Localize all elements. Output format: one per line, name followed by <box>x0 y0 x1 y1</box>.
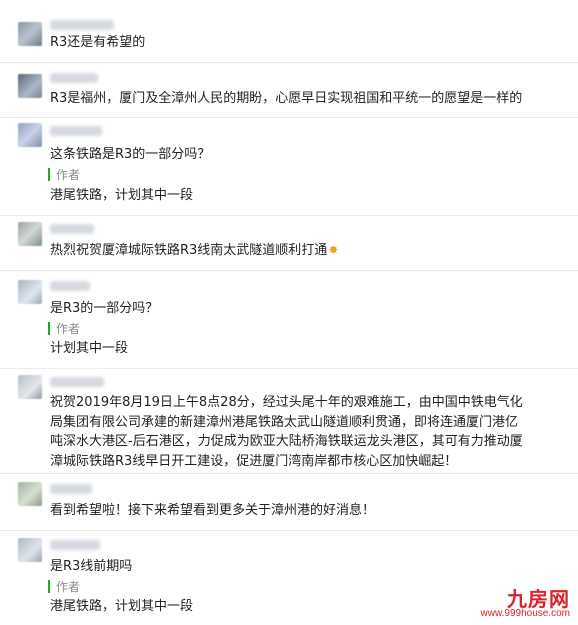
divider <box>0 62 578 63</box>
site-watermark: 九房网 www.999house.com <box>452 583 571 619</box>
commenter-name <box>50 73 98 83</box>
divider <box>0 473 578 474</box>
comment-text: 祝贺2019年8月19日上午8点28分，经过头尾十年的艰难施工，由中国中铁电气化… <box>50 395 523 469</box>
comment-text: 热烈祝贺厦漳城际铁路R3线南太武隧道顺利打通✸ <box>50 241 338 260</box>
avatar[interactable] <box>18 222 42 246</box>
author-indicator-bar <box>48 321 50 335</box>
author-indicator-bar <box>48 167 50 181</box>
commenter-name <box>50 484 92 494</box>
author-reply-header: 作者 <box>48 320 80 336</box>
author-label: 作者 <box>56 167 81 182</box>
author-reply-header: 作者 <box>48 578 80 594</box>
commenter-name <box>50 540 100 550</box>
avatar[interactable] <box>18 538 42 562</box>
comment-text: 这条铁路是R3的一部分吗？ <box>50 147 211 162</box>
party-popper-icon: ✸ <box>328 243 339 257</box>
comment-text: R3还是有希望的 <box>50 35 146 50</box>
divider <box>0 270 578 271</box>
avatar[interactable] <box>18 123 42 147</box>
avatar[interactable] <box>18 74 42 98</box>
divider <box>0 117 578 118</box>
commenter-name <box>50 20 114 30</box>
divider <box>0 530 578 531</box>
commenter-name <box>50 126 102 136</box>
divider <box>0 368 578 369</box>
comment-text: 是R3线前期吗 <box>50 559 133 574</box>
author-reply-text: 港尾铁路，计划其中一段 <box>50 599 194 614</box>
avatar[interactable] <box>18 22 42 46</box>
commenter-name <box>50 224 94 234</box>
avatar[interactable] <box>18 375 42 399</box>
author-reply-header: 作者 <box>48 166 80 182</box>
author-label: 作者 <box>56 321 81 336</box>
comment-text: R3是福州，厦门及全漳州人民的期盼，心愿早日实现祖国和平统一的愿望是一样的 <box>50 91 523 106</box>
author-indicator-bar <box>48 579 50 593</box>
divider <box>0 215 578 216</box>
avatar[interactable] <box>18 482 42 506</box>
author-reply-text: 计划其中一段 <box>50 341 129 356</box>
commenter-name <box>50 377 104 387</box>
watermark-url: www.999house.com <box>480 608 571 619</box>
comment-text-content: 热烈祝贺厦漳城际铁路R3线南太武隧道顺利打通 <box>50 243 328 258</box>
author-reply-text: 港尾铁路，计划其中一段 <box>50 188 194 203</box>
author-label: 作者 <box>56 579 81 594</box>
comment-text: 看到希望啦！接下来希望看到更多关于漳州港的好消息！ <box>50 503 376 518</box>
commenter-name <box>50 281 90 291</box>
comment-text: 是R3的一部分吗？ <box>50 301 159 316</box>
avatar[interactable] <box>18 280 42 304</box>
